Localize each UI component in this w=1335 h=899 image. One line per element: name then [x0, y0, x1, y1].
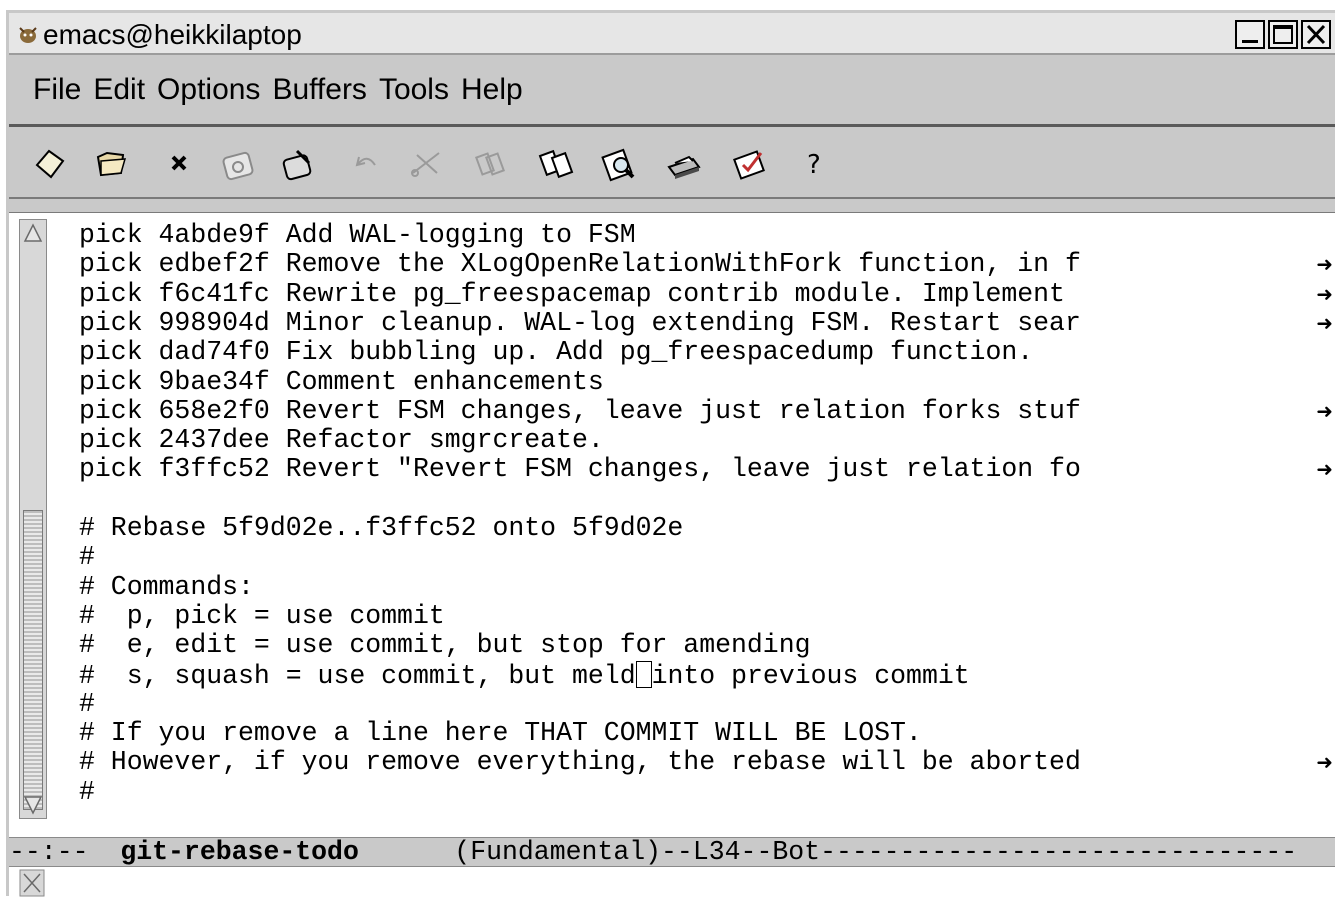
- buffer-line-text: # s, squash = use commit, but meld: [79, 660, 636, 691]
- toolbar-divider: [9, 199, 1335, 213]
- emacs-window: emacs@heikkilaptop File Edit Options Buf…: [6, 10, 1335, 899]
- menu-tools[interactable]: Tools: [379, 73, 449, 107]
- buffer-line[interactable]: #: [79, 543, 95, 572]
- modeline-major-mode[interactable]: (Fundamental): [454, 838, 661, 866]
- buffer-line[interactable]: pick 658e2f0 Revert FSM changes, leave j…: [79, 395, 1081, 426]
- buffer-line[interactable]: pick f6c41fc Rewrite pg_freespacemap con…: [79, 278, 1081, 309]
- minimize-icon: [1242, 40, 1258, 43]
- minimize-button[interactable]: [1235, 20, 1265, 49]
- line-truncation-arrow-icon: ➜: [1316, 457, 1333, 482]
- buffer-line-text: pick 2437dee Refactor smgrcreate.: [79, 425, 604, 456]
- line-truncation-arrow-icon: ➜: [1316, 750, 1333, 775]
- buffer-line-text: # p, pick = use commit: [79, 600, 445, 631]
- modeline-fill: ------------------------------: [820, 837, 1298, 867]
- tool-bar: ?: [9, 127, 1335, 199]
- buffer-line-text: pick dad74f0 Fix bubbling up. Add pg_fre…: [79, 337, 1034, 368]
- buffer-line[interactable]: #: [79, 776, 95, 807]
- spellcheck-icon[interactable]: [731, 145, 769, 183]
- buffer-line[interactable]: # Commands:: [79, 571, 254, 602]
- minibuffer-scroll-icon: [19, 869, 45, 897]
- modeline-buffer-name[interactable]: git-rebase-todo: [120, 838, 359, 866]
- line-truncation-arrow-icon: ➜: [1316, 398, 1333, 423]
- cut-icon[interactable]: [407, 145, 445, 183]
- buffer-line-text: # Rebase 5f9d02e..f3ffc52 onto 5f9d02e: [79, 513, 684, 543]
- buffer-line[interactable]: pick 9bae34f Comment enhancements: [79, 366, 604, 397]
- paste-icon[interactable]: [537, 145, 575, 183]
- line-truncation-arrow-icon: ➜: [1316, 281, 1333, 306]
- modeline-status: --:--: [9, 837, 121, 867]
- scroll-up-arrow-icon[interactable]: [22, 222, 44, 244]
- buffer-line-text: #: [79, 542, 95, 573]
- buffer-line-text-after-cursor: into previous commit: [651, 660, 970, 691]
- buffer-line[interactable]: pick 998904d Minor cleanup. WAL-log exte…: [79, 307, 1081, 338]
- buffer-line-text: # However, if you remove everything, the…: [79, 747, 1081, 778]
- vertical-scrollbar[interactable]: [19, 219, 47, 819]
- window-controls: [1235, 20, 1331, 49]
- search-icon[interactable]: [601, 145, 639, 183]
- close-icon: [1306, 24, 1326, 45]
- modeline-gap: [359, 838, 454, 866]
- line-truncation-arrow-icon: ➜: [1316, 310, 1333, 335]
- buffer-line-text: pick 4abde9f Add WAL-logging to FSM: [79, 221, 636, 250]
- print-icon[interactable]: [665, 145, 703, 183]
- title-bar[interactable]: emacs@heikkilaptop: [9, 13, 1335, 55]
- buffer-line-text: pick 658e2f0 Revert FSM changes, leave j…: [79, 395, 1081, 426]
- buffer-line-text: pick f3ffc52 Revert "Revert FSM changes,…: [79, 454, 1081, 485]
- copy-icon[interactable]: [471, 145, 509, 183]
- emacs-gnu-icon: [19, 27, 37, 43]
- buffer-line[interactable]: # e, edit = use commit, but stop for ame…: [79, 631, 811, 660]
- close-button[interactable]: [1301, 20, 1331, 49]
- help-glyph: ?: [807, 150, 821, 180]
- buffer-line-text: # If you remove a line here THAT COMMIT …: [79, 718, 922, 749]
- maximize-button[interactable]: [1268, 20, 1298, 49]
- buffer-line[interactable]: pick dad74f0 Fix bubbling up. Add pg_fre…: [79, 338, 1033, 367]
- buffer-line[interactable]: # p, pick = use commit: [79, 600, 445, 631]
- buffer-line[interactable]: # However, if you remove everything, the…: [79, 748, 1081, 777]
- save-icon[interactable]: [219, 145, 257, 183]
- text-buffer[interactable]: pick 4abde9f Add WAL-logging to FSM pick …: [79, 221, 1335, 813]
- scroll-down-arrow-icon[interactable]: [22, 794, 44, 816]
- close-buffer-icon[interactable]: [161, 145, 199, 183]
- menu-buffers[interactable]: Buffers: [272, 73, 367, 107]
- buffer-line-text: # e, edit = use commit, but stop for ame…: [79, 630, 811, 661]
- buffer-line[interactable]: # If you remove a line here THAT COMMIT …: [79, 719, 922, 748]
- buffer-line[interactable]: #: [79, 688, 95, 719]
- undo-icon[interactable]: [347, 145, 385, 183]
- buffer-line[interactable]: # s, squash = use commit, but meld into p…: [79, 660, 970, 691]
- buffer-line[interactable]: pick edbef2f Remove the XLogOpenRelation…: [79, 250, 1081, 279]
- line-truncation-arrow-icon: ➜: [1316, 252, 1333, 277]
- buffer-line[interactable]: pick f3ffc52 Revert "Revert FSM changes,…: [79, 455, 1081, 484]
- menu-options[interactable]: Options: [157, 73, 260, 107]
- buffer-line-text: pick edbef2f Remove the XLogOpenRelation…: [79, 249, 1081, 280]
- minibuffer[interactable]: [9, 867, 1335, 899]
- menu-edit[interactable]: Edit: [93, 73, 145, 107]
- text-cursor: [635, 660, 652, 688]
- buffer-line-text: # Commands:: [79, 571, 254, 602]
- modeline-position: --L34--Bot: [661, 837, 821, 867]
- buffer-line-text: pick 998904d Minor cleanup. WAL-log exte…: [79, 307, 1081, 338]
- open-folder-icon[interactable]: [93, 145, 131, 183]
- buffer-line[interactable]: # Rebase 5f9d02e..f3ffc52 onto 5f9d02e: [79, 514, 683, 543]
- menu-file[interactable]: File: [33, 73, 81, 107]
- new-file-icon[interactable]: [31, 145, 69, 183]
- buffer-line[interactable]: pick 4abde9f Add WAL-logging to FSM: [79, 221, 636, 250]
- buffer-line-text: pick f6c41fc Rewrite pg_freespacemap con…: [79, 278, 1081, 309]
- window-title: emacs@heikkilaptop: [43, 19, 302, 50]
- help-icon[interactable]: ?: [795, 145, 833, 183]
- buffer-line-text: pick 9bae34f Comment enhancements: [79, 366, 604, 397]
- buffer-line-text: #: [79, 688, 95, 719]
- buffer-line-text: #: [79, 776, 95, 807]
- scrollbar-thumb[interactable]: [23, 510, 43, 810]
- save-as-icon[interactable]: [279, 145, 317, 183]
- menu-bar: File Edit Options Buffers Tools Help: [9, 55, 1335, 127]
- mode-line[interactable]: --:-- git-rebase-todo (Fundamental)--L34…: [9, 837, 1335, 867]
- maximize-icon: [1273, 25, 1293, 44]
- menu-help[interactable]: Help: [461, 73, 523, 107]
- buffer-line[interactable]: pick 2437dee Refactor smgrcreate.: [79, 426, 604, 455]
